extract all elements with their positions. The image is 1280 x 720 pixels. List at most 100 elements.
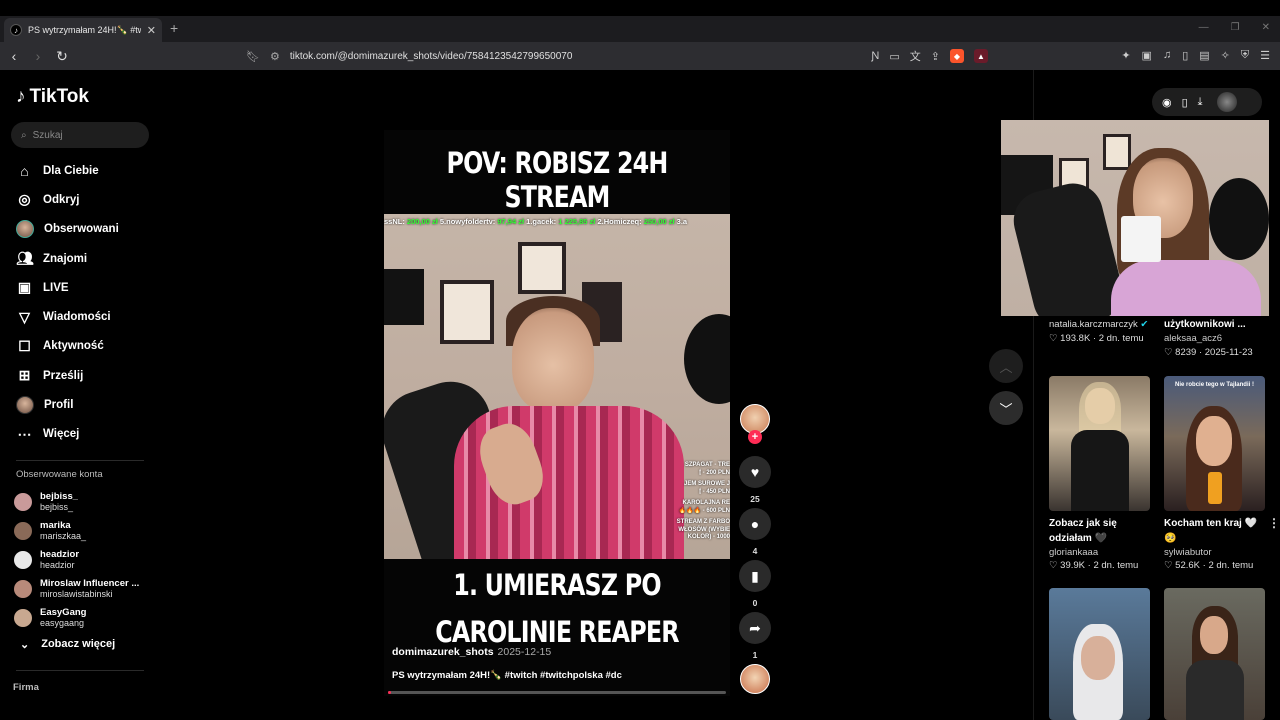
recommendation-card[interactable]: Zobacz jak się odziałam 🖤 gloriankaaa ♡ … <box>1049 376 1150 571</box>
followed-account[interactable]: marika mariszkaa_ <box>14 516 154 545</box>
url-text[interactable]: tiktok.com/@domimazurek_shots/video/7584… <box>290 51 862 62</box>
nav-upload[interactable]: ⊞ Prześlij <box>16 361 156 390</box>
tv <box>384 269 424 325</box>
account-name: Miroslaw Influencer ... <box>40 577 140 589</box>
sound-avatar[interactable] <box>740 664 770 694</box>
new-tab-button[interactable]: + <box>170 20 178 36</box>
video-date: 2025-12-15 <box>497 646 552 658</box>
rec-date: 2025-11-23 <box>1204 347 1253 358</box>
comment-icon: ● <box>739 508 771 540</box>
close-window-icon[interactable]: ✕ <box>1262 22 1270 33</box>
card-date: 2 dn. temu <box>1093 560 1139 571</box>
sidebar-toggle-icon[interactable]: ▯ <box>1182 49 1188 62</box>
wallet-icon[interactable]: ▣ <box>1142 49 1152 62</box>
video-author[interactable]: domimazurek_shots 2025-12-15 <box>392 646 551 658</box>
brave-shields-icon[interactable]: ◆ <box>950 49 964 63</box>
nav-profile[interactable]: Profil <box>16 390 156 419</box>
previous-video-button[interactable]: ︿ <box>989 349 1023 383</box>
progress-bar[interactable] <box>388 691 726 694</box>
donation-ticker: ssNL: 200,00 zł 5.nowyfoldertv: 97,94 zł… <box>384 217 730 226</box>
ticker-segment: 2.Homiczeq: <box>595 217 644 226</box>
like-button[interactable]: ♥ 25 <box>739 456 771 504</box>
wallet-2-icon[interactable]: ▤ <box>1199 49 1209 62</box>
save-button[interactable]: ▮ 0 <box>739 560 771 608</box>
recommendation-top-left[interactable]: natalia.karczmarczyk ✔︎ ♡ 193.8K · 2 dn.… <box>1049 319 1149 344</box>
share-button[interactable]: ➦ 1 <box>739 612 771 660</box>
address-bar[interactable]: 🔖︎ ⚙︎ tiktok.com/@domimazurek_shots/vide… <box>246 45 988 67</box>
followed-account[interactable]: bejbiss_ bejbiss_ <box>14 487 154 516</box>
download-icon[interactable]: ⤓ <box>1198 96 1203 109</box>
heart-outline-icon: ♡ <box>1164 347 1173 358</box>
menu-icon[interactable]: ☰ <box>1260 49 1270 62</box>
site-settings-icon[interactable]: ⚙︎ <box>270 50 280 63</box>
user-avatar[interactable] <box>1216 92 1237 112</box>
recommendation-top-right[interactable]: użytkownikowi ... aleksaa_acz6 ♡ 8239 · … <box>1164 319 1264 358</box>
recommendation-card[interactable] <box>1164 588 1265 720</box>
heart-outline-icon: ♡ <box>1049 333 1058 344</box>
leo-icon[interactable]: ✧ <box>1221 49 1230 62</box>
author-name[interactable]: domimazurek_shots <box>392 646 494 658</box>
caption-line-1: 1. UMIERASZ PO <box>453 568 661 602</box>
comment-button[interactable]: ● 4 <box>739 508 771 556</box>
follow-plus-icon[interactable]: + <box>748 430 762 444</box>
company-link[interactable]: Firma <box>13 682 39 693</box>
search-box[interactable]: ⌕ <box>11 122 149 148</box>
more-options-icon[interactable]: ⋮ <box>1268 516 1280 530</box>
search-input[interactable] <box>32 129 133 141</box>
explore-icon[interactable]: ◉ <box>1162 96 1172 109</box>
card-user: sylwiabutor <box>1164 547 1212 558</box>
media-icon[interactable]: ♫ <box>1163 49 1171 62</box>
cast-icon[interactable]: ▭ <box>889 50 899 63</box>
tiktok-note-icon: ♪ <box>16 86 26 107</box>
nav-explore[interactable]: ◎ Odkryj <box>16 185 156 214</box>
nav-messages[interactable]: ▽ Wiadomości <box>16 302 156 331</box>
followed-account[interactable]: EasyGang easygaang <box>14 603 154 632</box>
followed-accounts-title: Obserwowane konta <box>16 469 103 480</box>
rewards-icon[interactable]: ▲ <box>974 49 988 63</box>
see-more-button[interactable]: ⌄ Zobacz więcej <box>20 638 115 651</box>
card-user: gloriankaaa <box>1049 547 1099 558</box>
back-icon[interactable]: ‹ <box>4 48 24 64</box>
streamer <box>454 294 684 559</box>
video-thumbnail <box>1049 376 1150 511</box>
home-icon: ⌂ <box>20 162 29 179</box>
followed-account[interactable]: Miroslaw Influencer ... miroslawistabinsk… <box>14 574 154 603</box>
ring-light <box>1209 178 1269 260</box>
next-video-button[interactable]: ﹀ <box>989 391 1023 425</box>
recommendation-card[interactable] <box>1049 588 1150 720</box>
recommendation-card[interactable]: Nie robcie tego w Tajlandii ! Kocham ten… <box>1164 376 1265 571</box>
minimize-icon[interactable]: — <box>1199 22 1209 33</box>
video-player[interactable]: POV: ROBISZ 24H STREAM ssNL: 200,00 zł 5… <box>384 130 730 696</box>
forward-icon[interactable]: › <box>28 48 48 64</box>
nav-for-you[interactable]: ⌂ Dla Ciebie <box>16 156 156 185</box>
extensions-icon[interactable]: ✦ <box>1121 49 1130 62</box>
thumb-face <box>1200 616 1228 654</box>
nav-following[interactable]: Obserwowani <box>16 215 156 244</box>
video-thumbnail <box>1164 588 1265 720</box>
nav-friends[interactable]: 👥︎ Znajomi <box>16 244 156 273</box>
logo-text: TikTok <box>29 86 89 107</box>
share-icon[interactable]: ⇪ <box>931 50 940 63</box>
bookmark-icon[interactable]: 🔖︎ <box>246 50 260 63</box>
close-tab-icon[interactable]: ✕ <box>147 24 156 37</box>
tiktok-logo[interactable]: ♪ TikTok <box>16 86 89 108</box>
translate-icon[interactable]: 文 <box>910 48 921 64</box>
nav-activity[interactable]: ☐ Aktywność <box>16 332 156 361</box>
browser-tab[interactable]: ♪ PS wytrzymałam 24H!🍾 #twi ✕ <box>4 18 162 42</box>
restore-icon[interactable]: ❐ <box>1231 22 1240 33</box>
see-more-label: Zobacz więcej <box>41 638 116 650</box>
reload-icon[interactable]: ↻ <box>52 48 72 65</box>
followed-account[interactable]: headzior headzior <box>14 545 154 574</box>
reader-mode-icon[interactable]: Ɲ <box>871 50 879 62</box>
nav-more[interactable]: ⋯ Więcej <box>16 420 156 449</box>
donation-goals: SZPAGAT - TRE 🕯 - 200 PLN JEM SUROWE J 🕯 - … <box>666 462 730 546</box>
caption-line-2: CAROLINIE REAPER <box>435 615 679 649</box>
top-tools: ◉ ▯ ⤓ <box>1152 88 1262 116</box>
vpn-icon[interactable]: ⛨ <box>1241 49 1249 62</box>
nav-live[interactable]: ▣ LIVE <box>16 273 156 302</box>
picture-in-picture-video[interactable] <box>1001 120 1269 316</box>
ticker-segment: 1 225,85 zł <box>558 217 596 226</box>
thumb-outfit <box>1071 430 1129 511</box>
device-icon[interactable]: ▯ <box>1182 96 1188 109</box>
face <box>512 308 594 412</box>
